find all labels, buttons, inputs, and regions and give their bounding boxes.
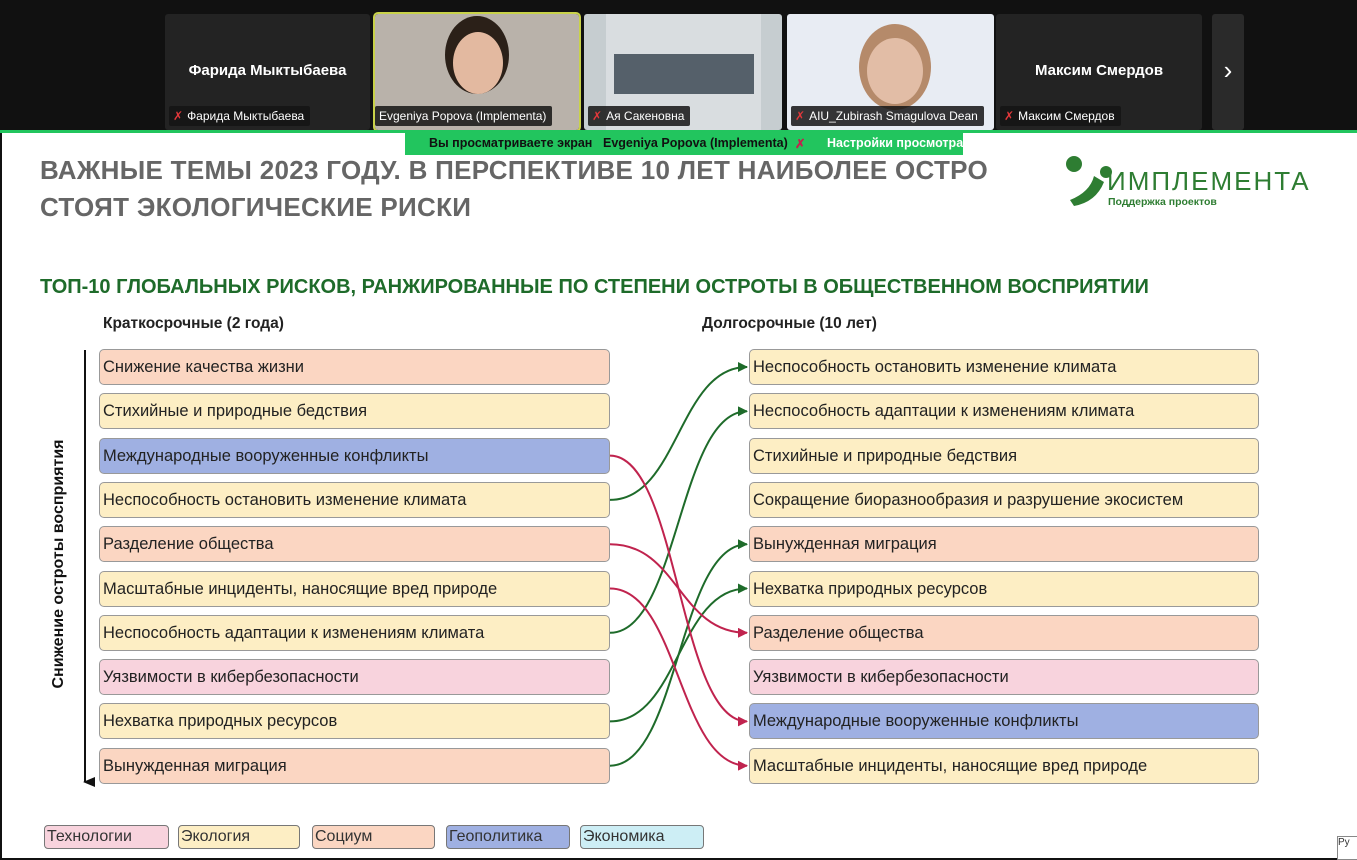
language-indicator[interactable]: Ру (1337, 836, 1357, 860)
legend-item: Экология (178, 825, 300, 849)
share-presenter-name: Evgeniya Popova (Implementa) (603, 136, 788, 150)
legend-item: Социум (312, 825, 435, 849)
legend-item: Технологии (44, 825, 169, 849)
screen-share-bar: Вы просматриваете экран Evgeniya Popova … (405, 132, 963, 155)
share-viewing-text: Вы просматриваете экран (429, 136, 593, 150)
rank-change-arrow (609, 406, 748, 634)
ranking-arrows (83, 350, 748, 787)
rank-change-arrow (609, 587, 748, 771)
rank-change-arrow (609, 362, 748, 501)
legend-item: Геополитика (446, 825, 570, 849)
view-settings-button[interactable]: Настройки просмотра (827, 136, 963, 150)
legend-item: Экономика (580, 825, 704, 849)
mic-muted-icon: ✗ (795, 137, 806, 151)
rank-change-arrow (609, 583, 748, 723)
rank-change-arrow (609, 543, 748, 638)
